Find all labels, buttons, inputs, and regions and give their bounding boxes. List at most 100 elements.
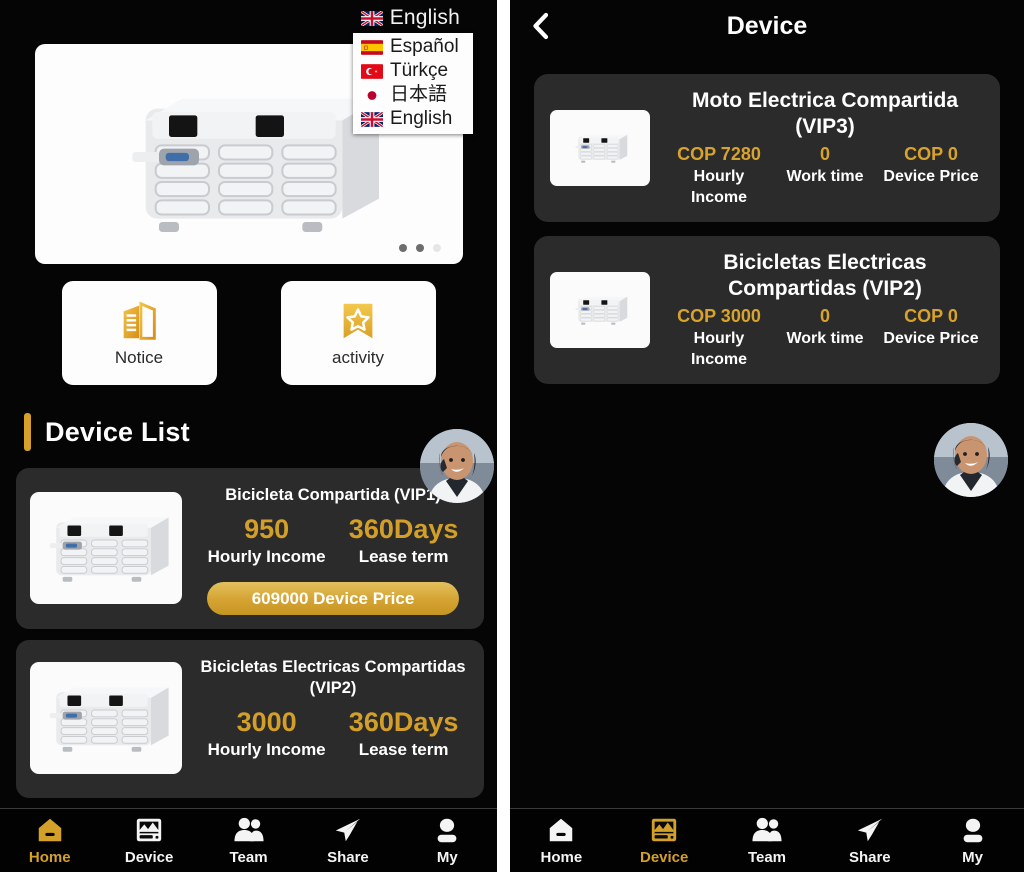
- device-stat: 360Days Lease term: [349, 707, 459, 761]
- stat-value: 360Days: [349, 707, 459, 738]
- device-card[interactable]: Moto Electrica Compartida (VIP3) COP 728…: [534, 74, 1000, 222]
- device-stat: 950 Hourly Income: [208, 514, 326, 568]
- stat-value: COP 0: [878, 142, 984, 166]
- page-title: Device List: [45, 417, 190, 448]
- tab-team[interactable]: Team: [199, 815, 298, 866]
- tab-share[interactable]: Share: [818, 815, 921, 866]
- dual-screenshot-container: English Español Türkçe 日本語 English: [0, 0, 1024, 872]
- device-monitor-icon: [134, 815, 164, 845]
- tab-label: Share: [849, 849, 891, 866]
- tab-team[interactable]: Team: [716, 815, 819, 866]
- language-dropdown-menu[interactable]: Español Türkçe 日本語 English: [353, 33, 473, 134]
- customer-service-button[interactable]: [934, 423, 1008, 497]
- device-stat: COP 0 Device Price: [878, 304, 984, 370]
- chevron-left-icon: [529, 11, 551, 41]
- stat-caption: Hourly Income: [208, 738, 326, 761]
- device-price-button[interactable]: 609000 Device Price: [207, 582, 459, 615]
- tab-label: Device: [125, 849, 173, 866]
- tab-label: Share: [327, 849, 369, 866]
- language-option-english[interactable]: English: [353, 107, 473, 131]
- stat-caption: Work time: [772, 166, 878, 187]
- customer-service-button[interactable]: [420, 429, 494, 503]
- stat-caption: Work time: [772, 328, 878, 349]
- stat-caption: Hourly Income: [208, 545, 326, 568]
- device-card-body: Moto Electrica Compartida (VIP3) COP 728…: [666, 88, 984, 208]
- device-name: Bicicletas Electricas Compartidas (VIP2): [666, 250, 984, 302]
- tab-my[interactable]: My: [398, 815, 497, 866]
- activity-tile-label: activity: [332, 348, 384, 368]
- device-monitor-icon: [649, 815, 679, 845]
- stat-caption: Lease term: [349, 545, 459, 568]
- language-option-label: Türkçe: [390, 60, 448, 82]
- customer-service-avatar: [934, 423, 1008, 497]
- tab-device[interactable]: Device: [99, 815, 198, 866]
- device-stat: COP 0 Device Price: [878, 142, 984, 208]
- home-icon: [546, 815, 576, 845]
- device-card[interactable]: Bicicletas Electricas Compartidas (VIP2)…: [16, 640, 484, 798]
- device-screen: Device Moto Electrica Compartida (VIP3) …: [510, 0, 1024, 872]
- back-button[interactable]: [523, 9, 557, 43]
- device-list-heading: Device List: [24, 413, 190, 451]
- activity-tile[interactable]: activity: [281, 281, 436, 385]
- language-option-turkce[interactable]: Türkçe: [353, 59, 473, 83]
- tab-device[interactable]: Device: [613, 815, 716, 866]
- tab-label: Team: [748, 849, 786, 866]
- notice-building-icon: [116, 298, 162, 344]
- device-name: Bicicletas Electricas Compartidas (VIP2): [196, 657, 470, 699]
- carousel-dot-active[interactable]: [433, 244, 441, 252]
- device-stats: COP 3000 Hourly Income 0 Work time COP 0…: [666, 304, 984, 370]
- stat-value: 0: [772, 142, 878, 166]
- power-bank-station-image: [572, 289, 628, 332]
- tab-home[interactable]: Home: [0, 815, 99, 866]
- customer-service-avatar: [420, 429, 494, 503]
- device-stat: 0 Work time: [772, 304, 878, 370]
- carousel-dots[interactable]: [399, 244, 441, 252]
- language-option-espanol[interactable]: Español: [353, 35, 473, 59]
- person-profile-icon: [432, 815, 462, 845]
- language-current-label: English: [390, 6, 460, 30]
- power-bank-station-image: [41, 670, 172, 766]
- team-people-icon: [233, 815, 265, 845]
- language-option-label: English: [390, 108, 452, 130]
- carousel-dot[interactable]: [416, 244, 424, 252]
- stat-caption: Hourly Income: [666, 328, 772, 370]
- carousel-dot[interactable]: [399, 244, 407, 252]
- stat-value: COP 3000: [666, 304, 772, 328]
- language-selector[interactable]: English: [361, 6, 460, 30]
- team-people-icon: [751, 815, 783, 845]
- page-title: Device: [727, 12, 808, 41]
- device-card[interactable]: Bicicleta Compartida (VIP1) 950 Hourly I…: [16, 468, 484, 629]
- tab-home[interactable]: Home: [510, 815, 613, 866]
- device-thumbnail: [30, 662, 182, 774]
- device-stat: 0 Work time: [772, 142, 878, 208]
- notice-tile[interactable]: Notice: [62, 281, 217, 385]
- device-stats: COP 7280 Hourly Income 0 Work time COP 0…: [666, 142, 984, 208]
- bottom-navigation: Home Device Team Share My: [510, 808, 1024, 872]
- stat-caption: Device Price: [878, 328, 984, 349]
- stat-value: 3000: [208, 707, 326, 738]
- tab-share[interactable]: Share: [298, 815, 397, 866]
- stat-caption: Device Price: [878, 166, 984, 187]
- power-bank-station-image: [41, 499, 172, 595]
- device-card[interactable]: Bicicletas Electricas Compartidas (VIP2)…: [534, 236, 1000, 384]
- spain-flag-icon: [361, 40, 383, 55]
- tab-my[interactable]: My: [921, 815, 1024, 866]
- notice-tile-label: Notice: [115, 348, 163, 368]
- device-stat: 360Days Lease term: [349, 514, 459, 568]
- turkey-flag-icon: [361, 64, 383, 79]
- tab-label: Device: [640, 849, 688, 866]
- device-card-list: Bicicleta Compartida (VIP1) 950 Hourly I…: [16, 468, 484, 809]
- tab-label: Home: [541, 849, 583, 866]
- device-thumbnail: [550, 110, 650, 186]
- power-bank-station-image: [572, 127, 628, 170]
- bottom-navigation: Home Device Team Share My: [0, 808, 497, 872]
- device-stat: COP 3000 Hourly Income: [666, 304, 772, 370]
- stat-value: 0: [772, 304, 878, 328]
- device-stat: COP 7280 Hourly Income: [666, 142, 772, 208]
- stat-caption: Hourly Income: [666, 166, 772, 208]
- language-option-japanese[interactable]: 日本語: [353, 83, 473, 107]
- share-paper-plane-icon: [333, 815, 363, 845]
- device-card-body: Bicicleta Compartida (VIP1) 950 Hourly I…: [196, 480, 470, 615]
- device-thumbnail: [550, 272, 650, 348]
- device-thumbnail: [30, 492, 182, 604]
